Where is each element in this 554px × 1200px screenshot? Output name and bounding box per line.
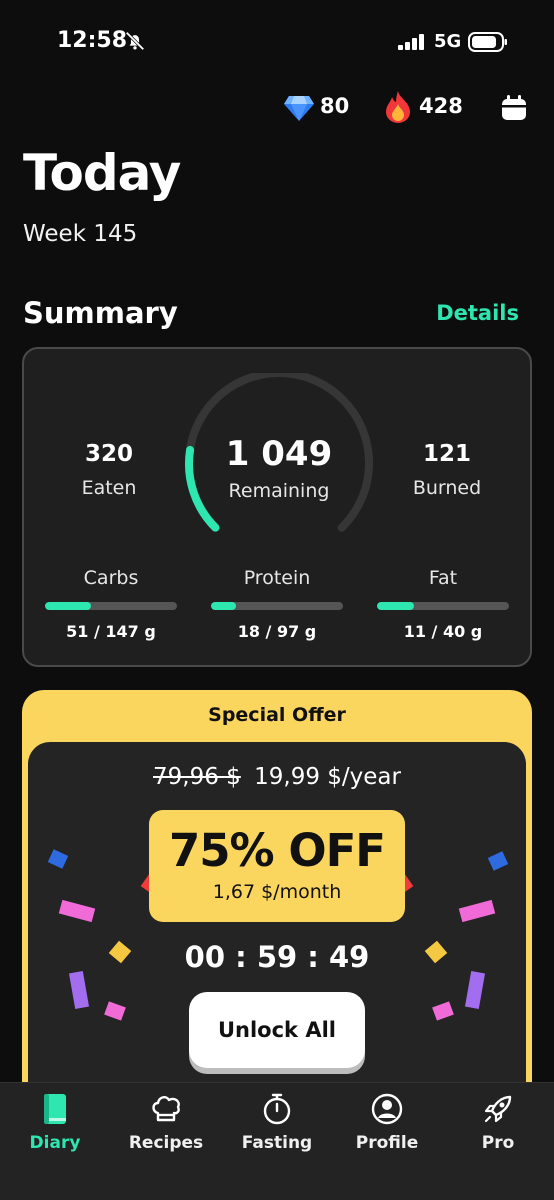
remaining-label: Remaining [228, 480, 330, 502]
burned-label: Burned [412, 477, 482, 499]
burned-stat: 121 Burned [372, 441, 522, 499]
countdown-timer: 00 : 59 : 49 [184, 940, 370, 974]
summary-title: Summary [23, 296, 178, 330]
remaining-stat: 1 049 Remaining [179, 434, 379, 502]
tab-label: Pro [481, 1133, 515, 1153]
eaten-label: Eaten [81, 477, 137, 499]
tab-pro[interactable]: Pro [443, 1091, 553, 1153]
burned-value: 121 [422, 441, 471, 467]
macro-progress-track [377, 602, 509, 610]
offer-header: Special Offer [208, 704, 346, 726]
tab-label: Fasting [241, 1133, 313, 1153]
signal-icon [398, 34, 424, 50]
bottom-tab-bar: Diary Recipes Fasting Profile Pro [0, 1082, 554, 1200]
macro-progress-track [211, 602, 343, 610]
streak-count: 428 [419, 94, 463, 118]
macro-value: 51 / 147 g [66, 622, 156, 641]
macro-value: 18 / 97 g [237, 622, 317, 641]
macro-progress-fill [211, 602, 237, 610]
macro-label: Carbs [83, 567, 139, 589]
summary-card[interactable]: 320 Eaten 1 049 Remaining 121 Burned Car… [22, 347, 532, 667]
bell-off-icon [125, 31, 145, 51]
price-row: 79,96 $ 19,99 $/year [28, 764, 526, 790]
macro-progress-fill [45, 602, 92, 610]
monthly-price: 1,67 $/month [212, 881, 342, 903]
page-title: Today [23, 144, 181, 202]
flame-icon[interactable] [383, 90, 413, 124]
gem-count: 80 [320, 94, 350, 118]
eaten-value: 320 [84, 441, 133, 467]
calendar-icon[interactable] [500, 94, 528, 122]
remaining-value: 1 049 [225, 434, 333, 474]
stopwatch-icon [263, 1093, 291, 1125]
new-price: 19,99 $/year [254, 764, 401, 790]
macro-protein: Protein 18 / 97 g [210, 567, 344, 641]
user-circle-icon [371, 1093, 403, 1125]
rocket-icon [484, 1095, 512, 1123]
book-icon [44, 1094, 66, 1124]
discount-text: 75% OFF [168, 824, 386, 877]
macro-carbs: Carbs 51 / 147 g [44, 567, 178, 641]
details-link[interactable]: Details [436, 301, 519, 325]
tab-label: Diary [29, 1133, 81, 1153]
offer-body: 79,96 $ 19,99 $/year 75% OFF 1,67 $/mont… [28, 742, 526, 1110]
tab-recipes[interactable]: Recipes [111, 1091, 221, 1153]
macro-progress-track [45, 602, 177, 610]
battery-icon [468, 32, 507, 52]
status-time: 12:58 [57, 28, 128, 53]
network-label: 5G [434, 31, 462, 52]
macro-fat: Fat 11 / 40 g [376, 567, 510, 641]
discount-badge: 75% OFF 1,67 $/month [149, 810, 405, 922]
macro-label: Fat [428, 567, 458, 589]
macro-value: 11 / 40 g [403, 622, 483, 641]
chef-hat-icon [152, 1095, 180, 1122]
gem-icon[interactable] [283, 94, 315, 122]
week-label: Week 145 [23, 221, 138, 247]
old-price: 79,96 $ [153, 764, 241, 790]
unlock-all-button[interactable]: Unlock All [189, 992, 365, 1068]
special-offer-card[interactable]: Special Offer 79,96 $ 19,99 $/year 75% O… [22, 690, 532, 1110]
macro-label: Protein [243, 567, 311, 589]
tab-label: Profile [355, 1133, 419, 1153]
tab-label: Recipes [128, 1133, 204, 1153]
tab-fasting[interactable]: Fasting [222, 1091, 332, 1153]
tab-diary[interactable]: Diary [0, 1091, 110, 1153]
macro-progress-fill [377, 602, 414, 610]
eaten-stat: 320 Eaten [34, 441, 184, 499]
status-bar: 12:58 5G [0, 0, 554, 84]
tab-profile[interactable]: Profile [332, 1091, 442, 1153]
top-stats-row: 80 428 [0, 90, 554, 126]
